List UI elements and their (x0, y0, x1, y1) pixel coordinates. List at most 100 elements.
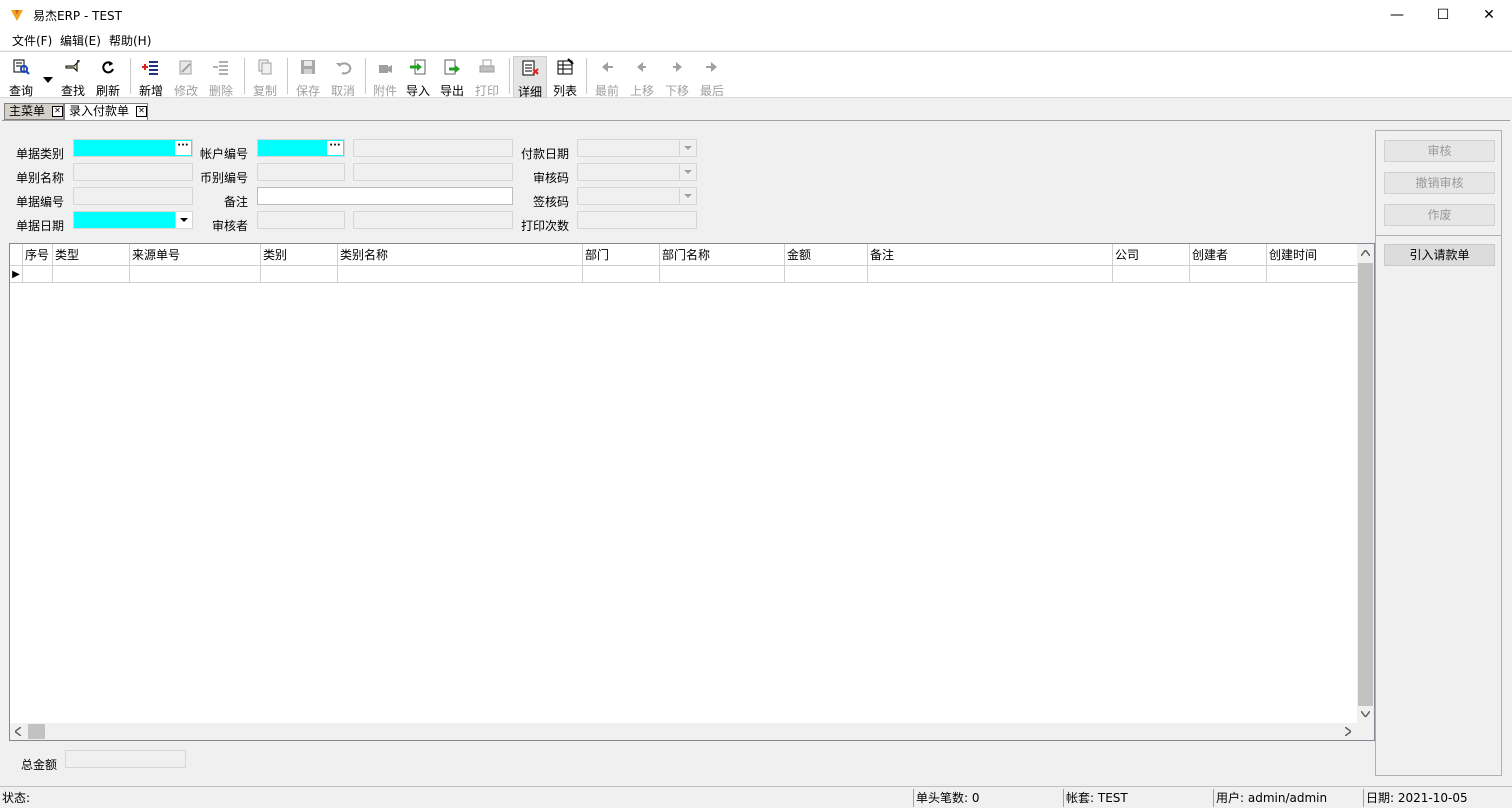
status-date: 日期: 2021-10-05 (1363, 789, 1512, 807)
col-header-dept[interactable]: 部门 (583, 244, 660, 266)
auditor-field (257, 211, 345, 229)
copy-label: 复制 (252, 84, 277, 98)
chevron-right-icon[interactable] (1345, 727, 1351, 736)
table-cell[interactable] (660, 266, 785, 283)
doc-name-field (73, 163, 193, 181)
copy-button[interactable]: 复制 (248, 56, 282, 98)
tab-payment-entry[interactable]: 录入付款单 ✕ (64, 103, 148, 120)
table-cell[interactable] (23, 266, 53, 283)
col-header-category-name[interactable]: 类别名称 (338, 244, 583, 266)
browse-icon[interactable]: ··· (327, 141, 343, 155)
menu-help[interactable]: 帮助(H) (109, 32, 151, 49)
table-cell[interactable] (338, 266, 583, 283)
close-icon[interactable]: ✕ (52, 106, 63, 117)
undo-icon (336, 62, 352, 75)
status-account-set: 帐套: TEST (1063, 789, 1212, 807)
table-cell[interactable] (1113, 266, 1190, 283)
print-count-label: 打印次数 (521, 219, 570, 233)
chevron-down-icon[interactable] (1361, 711, 1370, 717)
save-icon (301, 60, 315, 74)
find-icon (65, 60, 80, 73)
audit-button[interactable]: 审核 (1384, 140, 1495, 162)
currency-no-field (257, 163, 345, 181)
currency-name-field (353, 163, 513, 181)
window-title: 易杰ERP - TEST (33, 9, 122, 23)
menu-bar: 文件(F) 编辑(E) 帮助(H) (0, 30, 1512, 50)
chevron-up-icon[interactable] (1361, 250, 1370, 256)
camera-icon (379, 65, 392, 73)
vertical-scrollbar[interactable] (1357, 244, 1374, 723)
menu-file[interactable]: 文件(F) (12, 32, 52, 49)
table-cell[interactable] (1267, 266, 1357, 283)
table-cell[interactable] (130, 266, 261, 283)
delete-button[interactable]: 删除 (204, 56, 238, 98)
refresh-label: 刷新 (95, 84, 120, 98)
maximize-button[interactable]: ☐ (1420, 0, 1466, 30)
export-icon (444, 59, 460, 75)
col-header-remark[interactable]: 备注 (868, 244, 1113, 266)
auditor-name-field (353, 211, 513, 229)
col-header-type[interactable]: 类型 (53, 244, 130, 266)
table-cell[interactable] (583, 266, 660, 283)
unaudit-button[interactable]: 撤销审核 (1384, 172, 1495, 194)
total-amount-label: 总金额 (21, 758, 58, 772)
import-icon (410, 59, 426, 75)
col-header-amount[interactable]: 金额 (785, 244, 868, 266)
edit-icon (179, 60, 192, 75)
doc-type-label: 单据类别 (16, 147, 65, 161)
doc-type-input[interactable]: ··· (73, 139, 193, 157)
table-cell[interactable] (261, 266, 338, 283)
cancel-button[interactable]: 取消 (326, 56, 360, 98)
chevron-down-icon (679, 164, 696, 180)
account-no-input[interactable]: ··· (257, 139, 345, 157)
table-cell[interactable] (53, 266, 130, 283)
tab-main-menu[interactable]: 主菜单 ✕ (4, 103, 64, 120)
last-icon (706, 62, 717, 72)
list-button[interactable]: 列表 (548, 56, 582, 98)
col-header-company[interactable]: 公司 (1113, 244, 1190, 266)
vertical-scroll-thumb[interactable] (1358, 263, 1373, 706)
print-label: 打印 (474, 84, 499, 98)
chevron-left-icon[interactable] (15, 727, 21, 736)
close-window-button[interactable]: ✕ (1466, 0, 1512, 30)
remark-input[interactable] (257, 187, 513, 205)
void-button[interactable]: 作废 (1384, 204, 1495, 226)
status-bar: 状态: 单头笔数: 0 帐套: TEST 用户: admin/admin 日期:… (0, 786, 1512, 808)
table-cell[interactable] (1190, 266, 1267, 283)
import-request-button[interactable]: 引入请款单 (1384, 244, 1495, 266)
first-icon (602, 62, 613, 72)
table-cell[interactable] (868, 266, 1113, 283)
col-header-created-time[interactable]: 创建时间 (1267, 244, 1357, 266)
chevron-down-icon (679, 188, 696, 204)
col-header-seq[interactable]: 序号 (23, 244, 53, 266)
detail-grid[interactable]: 序号 类型 来源单号 类别 类别名称 部门 部门名称 金额 备注 公司 创建者 … (9, 243, 1375, 741)
print-button[interactable]: 打印 (470, 56, 504, 98)
table-cell[interactable] (785, 266, 868, 283)
panel-divider (1376, 235, 1501, 236)
query-dropdown-arrow[interactable] (43, 72, 53, 83)
cancel-label: 取消 (330, 84, 355, 98)
arrow-left-icon (637, 62, 646, 72)
title-bar: 易杰ERP - TEST — ☐ ✕ (0, 0, 1512, 30)
query-button[interactable]: 查询 (4, 56, 38, 98)
horizontal-scrollbar[interactable] (10, 723, 1357, 740)
add-icon (142, 61, 158, 75)
col-header-creator[interactable]: 创建者 (1190, 244, 1267, 266)
horizontal-scroll-thumb[interactable] (28, 724, 45, 739)
col-header-dept-name[interactable]: 部门名称 (660, 244, 785, 266)
minimize-button[interactable]: — (1374, 0, 1420, 30)
last-record-button[interactable]: 最后 (695, 56, 729, 98)
browse-icon[interactable]: ··· (175, 141, 191, 155)
refresh-button[interactable]: 刷新 (91, 56, 125, 98)
col-header-category[interactable]: 类别 (261, 244, 338, 266)
col-header-source-no[interactable]: 来源单号 (130, 244, 261, 266)
tab-strip: 主菜单 ✕ 录入付款单 ✕ (0, 101, 1512, 120)
close-icon[interactable]: ✕ (136, 106, 147, 117)
last-label: 最后 (699, 84, 724, 98)
toolbar: 查询 查找 刷新 新增 修改 删除 复制 保存 取消 附件 导入 导出 打印 详… (0, 51, 1512, 99)
remark-label: 备注 (224, 195, 249, 209)
chevron-down-icon[interactable] (175, 212, 192, 228)
menu-edit[interactable]: 编辑(E) (60, 32, 101, 49)
doc-no-label: 单据编号 (16, 195, 65, 209)
doc-date-picker[interactable] (73, 211, 193, 229)
